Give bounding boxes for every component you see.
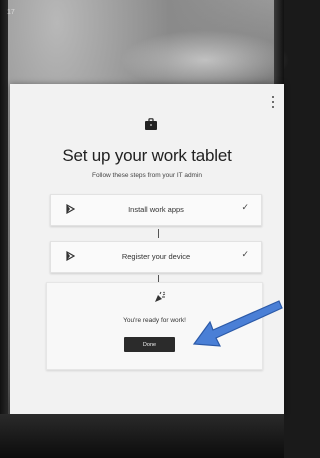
done-button[interactable]: Done: [124, 337, 175, 352]
step-register-device[interactable]: Register your device ✓: [50, 241, 262, 273]
step-install-work-apps[interactable]: Install work apps ✓: [50, 194, 262, 226]
page-subtitle: Follow these steps from your IT admin: [91, 172, 203, 179]
briefcase-icon: [145, 118, 157, 130]
check-icon: ✓: [241, 250, 249, 260]
tablet-bottom-bezel: [0, 414, 284, 458]
page-title: Set up your work tablet: [62, 146, 232, 165]
party-popper-icon: [155, 291, 166, 302]
step-label: Register your device: [121, 252, 191, 261]
setup-dialog: Set up your work tablet Follow these ste…: [10, 84, 284, 414]
more-vert-icon[interactable]: [270, 96, 276, 108]
check-icon: ✓: [241, 203, 249, 213]
pointer-arrow-annotation: [192, 300, 283, 347]
status-bar: 17: [7, 9, 267, 23]
status-time: 17: [7, 9, 15, 16]
step-connector: [158, 229, 159, 238]
light-reflection: [120, 30, 290, 90]
step-label: Install work apps: [128, 205, 184, 214]
tablet-bezel-left: [0, 0, 8, 458]
